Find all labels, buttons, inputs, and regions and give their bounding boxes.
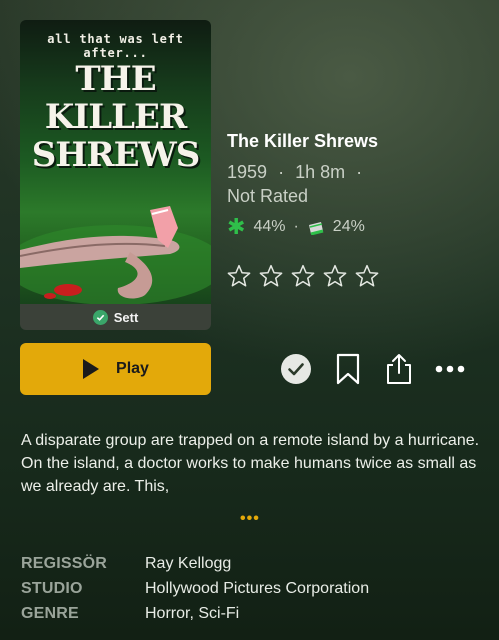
- checkmark-circle-icon: [281, 354, 311, 384]
- audience-popcorn-icon: [308, 222, 324, 235]
- credit-key: GENRE: [21, 604, 79, 622]
- ratings-separator: ·: [293, 218, 299, 235]
- share-button[interactable]: [382, 352, 416, 386]
- poster-artwork: [20, 206, 211, 305]
- mark-watched-button[interactable]: [279, 352, 313, 386]
- more-horizontal-icon: [435, 365, 465, 373]
- check-circle-icon: [92, 309, 108, 325]
- audience-score: 24%: [332, 218, 365, 235]
- star-icon[interactable]: [354, 263, 380, 289]
- critic-splat-icon: ✱: [227, 214, 246, 239]
- critic-score: 44%: [253, 218, 286, 235]
- poster-title-line: KILLER: [44, 97, 187, 137]
- poster-title: THE KILLER SHREWS: [20, 60, 211, 174]
- credit-value[interactable]: Horror, Sci-Fi: [145, 605, 239, 623]
- star-icon[interactable]: [258, 263, 284, 289]
- ratings-row: ✱ 44% · 24%: [227, 214, 365, 239]
- share-icon: [387, 354, 411, 384]
- credit-row: STUDIO Hollywood Pictures Corporation: [21, 576, 481, 601]
- more-options-button[interactable]: [433, 352, 467, 386]
- credit-row: REGISSÖR Ray Kellogg: [21, 551, 481, 576]
- star-icon[interactable]: [322, 263, 348, 289]
- poster-tagline: all that was left after...: [47, 32, 184, 60]
- watched-status-bar: Sett: [20, 304, 211, 330]
- credit-row: GENRE Horror, Sci-Fi: [21, 601, 481, 626]
- meta-separator: ·: [278, 162, 285, 182]
- release-year: 1959: [227, 162, 268, 182]
- expand-description-button[interactable]: •••: [240, 510, 260, 528]
- movie-meta: 1959 · 1h 8m · Not Rated: [227, 160, 368, 208]
- movie-poster[interactable]: all that was left after... THE KILLER SH…: [20, 20, 211, 330]
- credit-value[interactable]: Ray Kellogg: [145, 555, 231, 573]
- credit-key: STUDIO: [21, 579, 83, 597]
- content-rating: Not Rated: [227, 186, 309, 206]
- watched-label: Sett: [113, 309, 139, 325]
- bookmark-icon: [336, 353, 360, 385]
- star-icon[interactable]: [290, 263, 316, 289]
- watchlist-button[interactable]: [331, 352, 365, 386]
- credits-list: REGISSÖR Ray Kellogg STUDIO Hollywood Pi…: [21, 551, 481, 626]
- star-icon[interactable]: [226, 263, 252, 289]
- credit-value[interactable]: Hollywood Pictures Corporation: [145, 580, 369, 598]
- meta-separator: ·: [356, 162, 363, 182]
- play-icon: [83, 359, 100, 379]
- star-rating[interactable]: [226, 263, 380, 289]
- movie-description: A disparate group are trapped on a remot…: [21, 432, 480, 495]
- play-label: Play: [116, 360, 149, 377]
- runtime: 1h 8m: [295, 162, 346, 182]
- movie-title: The Killer Shrews: [227, 131, 379, 151]
- poster-title-line: THE: [75, 59, 156, 99]
- credit-key: REGISSÖR: [21, 554, 108, 572]
- play-button[interactable]: Play: [20, 343, 211, 395]
- poster-title-line: SHREWS: [31, 135, 201, 175]
